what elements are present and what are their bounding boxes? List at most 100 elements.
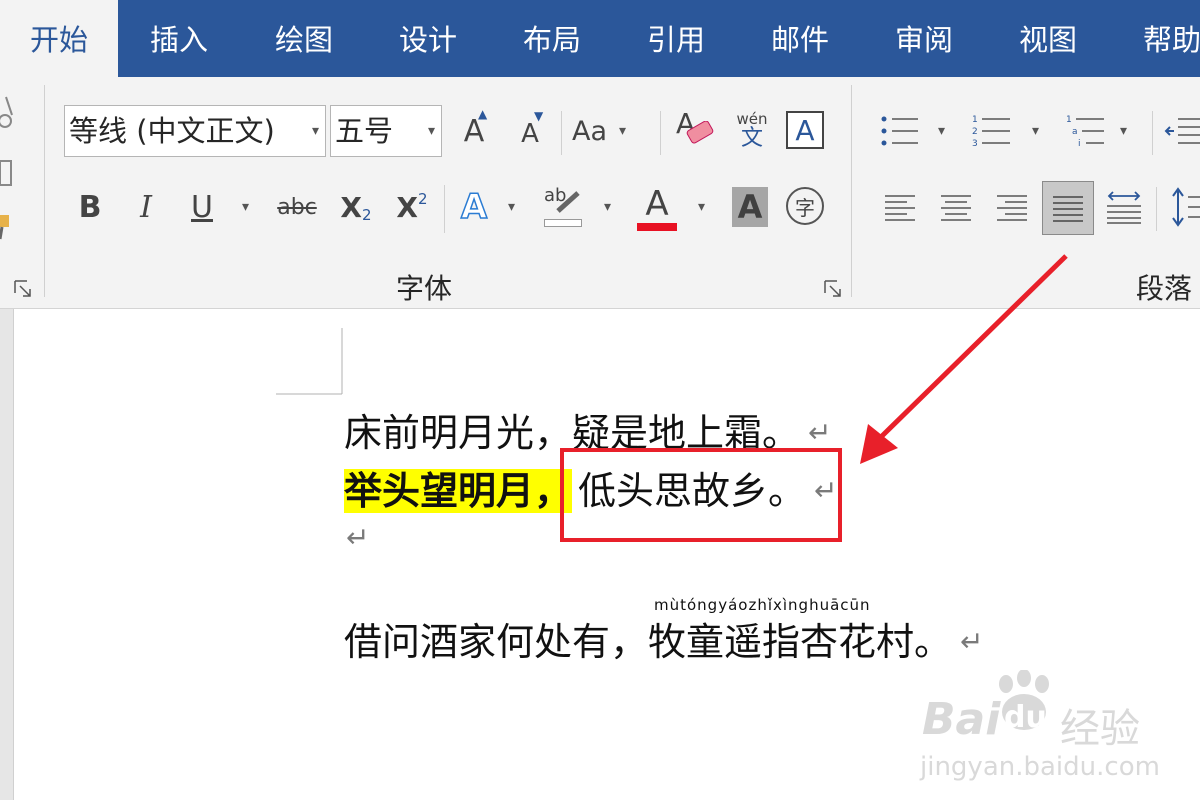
highlight-color-bar — [544, 219, 582, 227]
line-4-text: 借问酒家何处有，牧童遥指杏花村。 — [344, 620, 953, 664]
justify-icon — [1053, 196, 1083, 222]
empty-paragraph[interactable]: ↵ — [338, 516, 369, 560]
line-spacing-button[interactable] — [1168, 185, 1200, 229]
phonetic-guide-icon: 文 — [740, 126, 763, 151]
align-center-button[interactable] — [936, 187, 976, 227]
tab-layout[interactable]: 布局 — [523, 0, 581, 77]
chevron-down-icon[interactable]: ▾ — [604, 199, 611, 215]
multilevel-list-icon: 1ai — [1066, 115, 1104, 149]
bullets-icon — [881, 116, 918, 146]
cut-icon[interactable] — [0, 95, 14, 131]
chevron-down-icon: ▾ — [619, 123, 627, 139]
tab-help[interactable]: 帮助 — [1143, 0, 1200, 77]
underline-button[interactable]: U — [180, 185, 224, 229]
line-2-text: 低头思故乡。 — [578, 469, 807, 513]
strikethrough-icon: abc — [277, 194, 317, 220]
font-name-value: 等线 (中文正文) — [69, 114, 275, 148]
chevron-down-icon[interactable]: ▾ — [938, 123, 945, 139]
character-border-icon: A — [795, 113, 815, 147]
tab-review[interactable]: 审阅 — [895, 0, 953, 77]
align-center-icon — [941, 195, 971, 221]
font-color-icon: A — [645, 184, 669, 224]
strikethrough-button[interactable]: abc — [274, 185, 320, 229]
paragraph-line-1[interactable]: 床前明月光，疑是地上霜。 ↵ — [344, 402, 831, 457]
enclose-characters-button[interactable]: 字 — [786, 187, 824, 225]
tab-insert[interactable]: 插入 — [150, 0, 208, 77]
align-right-button[interactable] — [992, 187, 1032, 227]
clear-formatting-button[interactable]: A — [670, 105, 720, 157]
font-color-button[interactable]: A — [634, 183, 680, 231]
watermark-logo: Bai — [922, 694, 1000, 745]
grow-font-button[interactable]: A ▲ — [454, 105, 494, 157]
change-case-icon: Aa — [572, 115, 608, 147]
svg-text:2: 2 — [972, 127, 978, 137]
tab-view[interactable]: 视图 — [1019, 0, 1077, 77]
font-size-combo[interactable]: 五号 ▾ — [330, 105, 442, 157]
tab-design[interactable]: 设计 — [399, 0, 457, 77]
justify-button[interactable] — [1042, 181, 1094, 235]
chevron-down-icon[interactable]: ▾ — [508, 199, 515, 215]
arrow-up-icon: ▲ — [478, 107, 488, 121]
tab-home[interactable]: 开始 — [0, 0, 118, 77]
format-painter-icon[interactable] — [0, 211, 14, 241]
chevron-down-icon[interactable]: ▾ — [242, 199, 249, 215]
font-group-label: 字体 — [396, 272, 453, 305]
enclose-characters-icon: 字 — [795, 195, 815, 220]
paragraph-line-4[interactable]: 借问酒家何处有，牧童遥指杏花村。 ↵ — [344, 611, 983, 666]
character-shading-icon: A — [737, 188, 763, 226]
watermark-url: jingyan.baidu.com — [920, 752, 1160, 782]
bold-button[interactable]: B — [70, 185, 110, 229]
tab-mailings[interactable]: 邮件 — [771, 0, 829, 77]
svg-text:1: 1 — [1066, 115, 1072, 125]
clipboard-launcher-icon[interactable] — [14, 280, 32, 298]
paragraph-mark-icon: ↵ — [814, 474, 838, 507]
character-border-button[interactable]: A — [786, 111, 824, 149]
line-spacing-icon — [1172, 187, 1200, 227]
paragraph-mark-icon: ↵ — [808, 416, 832, 449]
chevron-down-icon[interactable]: ▾ — [698, 199, 705, 215]
highlight-button[interactable]: ab — [540, 183, 586, 231]
bold-icon: B — [78, 189, 102, 225]
shrink-font-button[interactable]: A ▼ — [510, 105, 550, 157]
divider — [851, 85, 852, 297]
divider — [44, 85, 45, 297]
watermark-brand: 经验 — [1060, 706, 1140, 752]
numbering-button[interactable]: 1 2 3 — [972, 109, 1012, 153]
left-margin — [0, 309, 14, 800]
character-shading-button[interactable]: A — [732, 187, 768, 227]
decrease-indent-icon — [1164, 118, 1200, 144]
paragraph-mark-icon: ↵ — [346, 521, 370, 554]
copy-icon[interactable] — [0, 157, 14, 189]
bullets-button[interactable] — [880, 109, 920, 153]
paragraph-group-label: 段落 — [1136, 272, 1193, 305]
superscript-button[interactable]: X 2 — [390, 185, 434, 229]
ribbon-tab-bar: 开始 插入 绘图 设计 布局 引用 邮件 审阅 视图 帮助 — [0, 0, 1200, 77]
subscript-button[interactable]: X 2 — [334, 185, 378, 229]
font-name-combo[interactable]: 等线 (中文正文) ▾ — [64, 105, 326, 157]
text-effects-icon: A — [460, 186, 488, 228]
chevron-down-icon[interactable]: ▾ — [1120, 123, 1127, 139]
divider — [444, 185, 445, 233]
underline-icon: U — [191, 189, 213, 225]
subscript-sub: 2 — [362, 206, 372, 224]
watermark-du: du — [1004, 700, 1047, 735]
svg-text:a: a — [1072, 127, 1078, 137]
tab-references[interactable]: 引用 — [647, 0, 705, 77]
multilevel-list-button[interactable]: 1ai — [1064, 109, 1108, 153]
decrease-indent-button[interactable] — [1164, 109, 1200, 153]
chevron-down-icon[interactable]: ▾ — [1032, 123, 1039, 139]
paragraph-line-2[interactable]: 举头望明月， 低头思故乡。 ↵ — [344, 460, 838, 515]
tab-draw[interactable]: 绘图 — [275, 0, 333, 77]
change-case-button[interactable]: Aa ▾ — [572, 105, 644, 157]
margin-corner-mark — [276, 328, 343, 395]
numbering-icon: 1 2 3 — [972, 115, 1010, 149]
italic-icon: I — [140, 189, 152, 225]
font-dialog-launcher-icon[interactable] — [824, 280, 842, 298]
align-left-button[interactable] — [880, 187, 920, 227]
italic-button[interactable]: I — [126, 185, 166, 229]
text-effects-button[interactable]: A — [456, 185, 492, 229]
superscript-icon: X — [396, 190, 419, 224]
phonetic-guide-button[interactable]: wén 文 — [730, 105, 774, 157]
distributed-icon — [1107, 191, 1141, 224]
distributed-button[interactable] — [1104, 187, 1144, 227]
